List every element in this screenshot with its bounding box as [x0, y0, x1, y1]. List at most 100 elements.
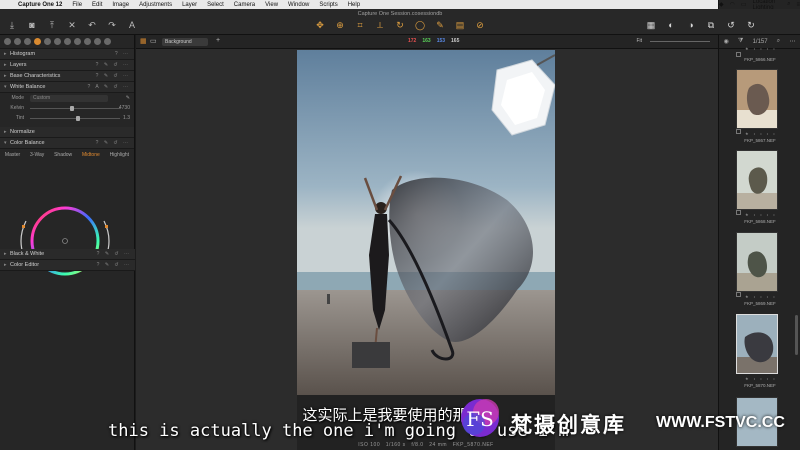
menu-image[interactable]: Image — [112, 2, 129, 8]
slider-knob[interactable] — [70, 105, 74, 111]
menu-camera[interactable]: Camera — [234, 2, 255, 8]
tool-tab-library-icon[interactable] — [4, 38, 11, 45]
thumb-stars[interactable]: ★ • • • • — [745, 294, 777, 299]
text-tool-icon[interactable]: A — [126, 20, 138, 31]
add-icon[interactable]: + — [216, 37, 220, 44]
menu-window[interactable]: Window — [288, 2, 309, 8]
tool-tab-local-icon[interactable] — [64, 38, 71, 45]
proof-icon[interactable]: ◑ — [685, 20, 697, 31]
exposure-warning-icon[interactable]: ◐ — [665, 20, 677, 31]
sort-icon[interactable]: ⋯ — [789, 38, 795, 45]
panel-tools-icon[interactable]: ? ✎ ↺ ⋯ — [97, 251, 131, 257]
panel-white-balance[interactable]: ▾ White Balance ? A ✎ ↺ ⋯ — [0, 82, 134, 93]
cb-tab-midtone[interactable]: Midtone — [82, 152, 100, 158]
filter-icon[interactable]: ⧩ — [738, 38, 743, 45]
thumbnail[interactable] — [736, 69, 778, 129]
wb-mode-select[interactable]: Custom — [30, 94, 108, 102]
cb-tab-highlight[interactable]: Highlight — [110, 152, 129, 158]
thumb-checkbox[interactable] — [736, 210, 741, 215]
delete-icon[interactable]: ✕ — [66, 20, 78, 31]
panel-black-white[interactable]: ▸ Black & White ? ✎ ↺ ⋯ — [0, 249, 135, 260]
menu-file[interactable]: File — [72, 2, 82, 8]
tool-tab-batch-icon[interactable] — [104, 38, 111, 45]
dropbox-icon[interactable]: ◆ — [719, 1, 724, 8]
pan-tool-icon[interactable]: ✥ — [314, 20, 326, 31]
fit-label[interactable]: Fit — [636, 38, 642, 44]
main-photo[interactable] — [297, 50, 555, 395]
tool-tab-details-icon[interactable] — [54, 38, 61, 45]
tool-tab-color-icon[interactable] — [34, 38, 41, 45]
redo-icon[interactable]: ↷ — [106, 20, 118, 31]
thumb-checkbox[interactable] — [736, 129, 741, 134]
notification-icon[interactable]: ≡ — [796, 2, 800, 8]
panel-normalize[interactable]: ▸ Normalize — [0, 127, 134, 138]
camera-icon[interactable]: ◙ — [26, 20, 38, 31]
menu-layer[interactable]: Layer — [182, 2, 197, 8]
color-balance-wheel[interactable] — [20, 203, 110, 293]
wb-kelvin-value[interactable]: 4730 — [119, 105, 130, 111]
thumbnail[interactable] — [736, 232, 778, 292]
rotate-tool-icon[interactable]: ↻ — [394, 20, 406, 31]
tool-tab-meta-icon[interactable] — [84, 38, 91, 45]
thumb-stars[interactable]: ★ • • • • — [745, 131, 777, 136]
panel-color-editor[interactable]: ▸ Color Editor ? ✎ ↺ ⋯ — [0, 260, 135, 271]
crop-tool-icon[interactable]: ⌗ — [354, 20, 366, 31]
panel-tools-icon[interactable]: ? ✎ ↺ ⋯ — [96, 140, 130, 146]
wb-kelvin-slider[interactable] — [30, 105, 120, 111]
export-icon[interactable]: ⤒ — [46, 20, 58, 31]
thumb-stars[interactable]: ★ • • • • — [745, 46, 777, 51]
spotlight-icon[interactable]: ⌕ — [787, 1, 790, 8]
tool-tab-exposure-icon[interactable] — [44, 38, 51, 45]
menu-select[interactable]: Select — [207, 2, 224, 8]
menu-adjustments[interactable]: Adjustments — [139, 2, 172, 8]
keystone-tool-icon[interactable]: ⟂ — [374, 20, 386, 31]
grid-icon[interactable]: ▦ — [140, 37, 147, 45]
panel-tools-icon[interactable]: ? ✎ ↺ ⋯ — [96, 73, 130, 79]
zoom-tool-icon[interactable]: ⊕ — [334, 20, 346, 31]
single-view-icon[interactable]: ▭ — [150, 37, 157, 45]
import-icon[interactable]: ⤓ — [6, 20, 18, 31]
zoom-slider[interactable] — [650, 41, 710, 42]
gradient-tool-icon[interactable]: ▤ — [454, 20, 466, 31]
menu-help[interactable]: Help — [348, 2, 360, 8]
apply-icon[interactable]: ↻ — [745, 20, 757, 31]
copy-adjust-icon[interactable]: ⧉ — [705, 20, 717, 31]
picker-tool-icon[interactable]: ⊘ — [474, 20, 486, 31]
thumb-stars[interactable]: ★ • • • • — [745, 212, 777, 217]
wb-tint-value[interactable]: 1.3 — [123, 115, 130, 121]
thumb-checkbox[interactable] — [736, 292, 741, 297]
battery-icon[interactable]: ▭ — [741, 1, 747, 8]
reset-icon[interactable]: ↺ — [725, 20, 737, 31]
eye-icon[interactable]: ◉ — [724, 38, 729, 45]
panel-tools-icon[interactable]: ? ✎ ↺ ⋯ — [96, 62, 130, 68]
menu-view[interactable]: View — [265, 2, 278, 8]
grid-view-icon[interactable]: ▦ — [645, 20, 657, 31]
wb-picker-icon[interactable]: ✎ — [126, 95, 130, 101]
wb-tint-slider[interactable] — [30, 115, 120, 121]
thumbnail[interactable] — [736, 150, 778, 210]
thumbnail-selected[interactable] — [736, 314, 778, 374]
tool-tab-lens-icon[interactable] — [24, 38, 31, 45]
background-select[interactable]: Background — [162, 38, 208, 46]
browser-scrollbar[interactable] — [795, 315, 798, 355]
cb-tab-master[interactable]: Master — [5, 152, 20, 158]
tool-tab-output-icon[interactable] — [94, 38, 101, 45]
menu-app-name[interactable]: Capture One 12 — [18, 2, 62, 8]
panel-tools-icon[interactable]: ? ⋯ — [115, 51, 130, 57]
slider-knob[interactable] — [76, 115, 80, 121]
panel-color-balance[interactable]: ▾ Color Balance ? ✎ ↺ ⋯ — [0, 138, 134, 149]
menu-edit[interactable]: Edit — [92, 2, 102, 8]
panel-layers[interactable]: ▸ Layers ? ✎ ↺ ⋯ — [0, 60, 134, 71]
brush-tool-icon[interactable]: ✎ — [434, 20, 446, 31]
wifi-icon[interactable]: ◠ — [730, 1, 735, 8]
panel-base-characteristics[interactable]: ▸ Base Characteristics ? ✎ ↺ ⋯ — [0, 71, 134, 82]
spot-tool-icon[interactable]: ◯ — [414, 20, 426, 31]
cb-tab-shadow[interactable]: Shadow — [54, 152, 72, 158]
menu-scripts[interactable]: Scripts — [319, 2, 337, 8]
panel-tools-icon[interactable]: ? A ✎ ↺ ⋯ — [88, 84, 131, 90]
panel-tools-icon[interactable]: ? ✎ ↺ ⋯ — [97, 262, 131, 268]
panel-histogram[interactable]: ▸ Histogram ? ⋯ — [0, 49, 134, 60]
search-icon[interactable]: ⌕ — [777, 38, 780, 45]
thumb-stars[interactable]: ★ • • • • — [745, 376, 777, 381]
tool-tab-adjust-icon[interactable] — [74, 38, 81, 45]
